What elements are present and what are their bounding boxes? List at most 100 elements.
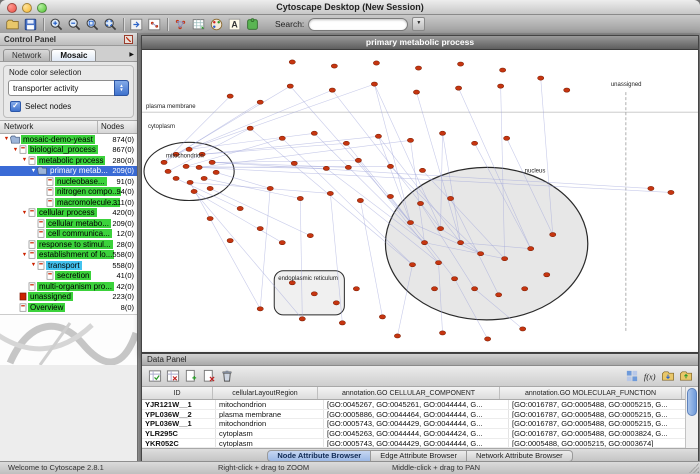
- tree-item[interactable]: ▼primary metab...209(0): [0, 166, 137, 177]
- network-node[interactable]: [451, 277, 457, 281]
- network-node[interactable]: [437, 226, 443, 230]
- network-node[interactable]: [331, 64, 337, 68]
- network-node[interactable]: [409, 263, 415, 267]
- network-node[interactable]: [311, 292, 317, 296]
- tree-item[interactable]: nucleobase...91(0): [0, 176, 137, 187]
- tree-item[interactable]: multi-organism pro...42(0): [0, 281, 137, 292]
- tree-item[interactable]: ▼biological_process867(0): [0, 145, 137, 156]
- network-node[interactable]: [485, 337, 491, 341]
- tab-edge-attribute-browser[interactable]: Edge Attribute Browser: [371, 450, 467, 462]
- network-node[interactable]: [413, 90, 419, 94]
- network-node[interactable]: [498, 84, 504, 88]
- tree-item[interactable]: ▼transport558(0): [0, 260, 137, 271]
- tree-item[interactable]: secretion41(0): [0, 271, 137, 282]
- network-node[interactable]: [419, 168, 425, 172]
- zoom-in-icon[interactable]: [48, 16, 65, 33]
- resize-grip[interactable]: [689, 463, 699, 473]
- select-nodes-checkbox[interactable]: ✓: [10, 101, 21, 112]
- network-node[interactable]: [439, 131, 445, 135]
- column-header[interactable]: cellularLayoutRegion: [213, 387, 318, 399]
- tab-mosaic[interactable]: Mosaic: [51, 49, 96, 61]
- expand-arrow-icon[interactable]: ▼: [12, 147, 19, 153]
- network-node[interactable]: [417, 201, 423, 205]
- import-table-icon2[interactable]: [660, 369, 675, 384]
- network-node[interactable]: [257, 226, 263, 230]
- tree-item[interactable]: ▼establishment of lo...558(0): [0, 250, 137, 261]
- network-node[interactable]: [227, 239, 233, 243]
- network-node[interactable]: [421, 241, 427, 245]
- network-node[interactable]: [544, 273, 550, 277]
- table-row[interactable]: YPL036W__2plasma membrane[GO:0005886, GO…: [142, 410, 698, 420]
- network-node[interactable]: [161, 160, 167, 164]
- network-node[interactable]: [471, 141, 477, 145]
- network-node[interactable]: [550, 233, 556, 237]
- network-node[interactable]: [668, 190, 674, 194]
- network-node[interactable]: [227, 94, 233, 98]
- network-node[interactable]: [327, 191, 333, 195]
- network-canvas[interactable]: plasma membranecytoplasmmitochondrionnuc…: [142, 50, 698, 352]
- hide-selected-icon[interactable]: [128, 16, 145, 33]
- expand-arrow-icon[interactable]: ▼: [3, 136, 10, 142]
- import-network-icon[interactable]: [172, 16, 189, 33]
- search-input[interactable]: [308, 18, 408, 31]
- tree-item[interactable]: nitrogen compo...94(0): [0, 187, 137, 198]
- network-node[interactable]: [357, 198, 363, 202]
- network-node[interactable]: [343, 141, 349, 145]
- network-node[interactable]: [648, 186, 654, 190]
- network-node[interactable]: [435, 261, 441, 265]
- table-row[interactable]: YJR121W__1mitochondrion[GO:0045267, GO:0…: [142, 400, 698, 410]
- network-node[interactable]: [500, 68, 506, 72]
- network-node[interactable]: [191, 189, 197, 193]
- network-node[interactable]: [504, 136, 510, 140]
- tree-item[interactable]: ▼mosaic-demo-yeast874(0): [0, 134, 137, 145]
- trash-icon[interactable]: [219, 369, 234, 384]
- tree-item[interactable]: cellular metabo...209(0): [0, 218, 137, 229]
- table-row[interactable]: YKR052Ccytoplasm[GO:0005743, GO:0044429,…: [142, 439, 698, 448]
- network-node[interactable]: [213, 170, 219, 174]
- column-header[interactable]: ID: [142, 387, 213, 399]
- network-node[interactable]: [502, 257, 508, 261]
- network-node[interactable]: [353, 287, 359, 291]
- save-session-icon[interactable]: [22, 16, 39, 33]
- network-node[interactable]: [355, 158, 361, 162]
- delete-attribute-icon[interactable]: [201, 369, 216, 384]
- annotation-icon[interactable]: A: [226, 16, 243, 33]
- vizmapper-icon[interactable]: [208, 16, 225, 33]
- network-node[interactable]: [247, 126, 253, 130]
- network-node[interactable]: [520, 327, 526, 331]
- expand-arrow-icon[interactable]: ▼: [30, 168, 37, 174]
- unselect-attributes-icon[interactable]: [165, 369, 180, 384]
- network-node[interactable]: [457, 241, 463, 245]
- network-node[interactable]: [279, 136, 285, 140]
- minimize-button[interactable]: [22, 3, 32, 13]
- network-node[interactable]: [564, 88, 570, 92]
- expand-arrow-icon[interactable]: ▼: [21, 210, 28, 216]
- network-node[interactable]: [447, 196, 453, 200]
- expand-arrow-icon[interactable]: ▼: [21, 252, 28, 258]
- network-node[interactable]: [345, 165, 351, 169]
- network-node[interactable]: [496, 293, 502, 297]
- tab-scroll-right-icon[interactable]: ▶: [129, 51, 134, 58]
- network-node[interactable]: [538, 76, 544, 80]
- import-table-icon[interactable]: [190, 16, 207, 33]
- network-node[interactable]: [478, 252, 484, 256]
- network-view-titlebar[interactable]: primary metabolic process: [142, 36, 698, 50]
- search-options-arrow-icon[interactable]: ▼: [412, 17, 425, 31]
- network-node[interactable]: [165, 169, 171, 173]
- network-node[interactable]: [207, 186, 213, 190]
- tree-item[interactable]: macromolecule...311(0): [0, 197, 137, 208]
- tab-network-attribute-browser[interactable]: Network Attribute Browser: [467, 450, 573, 462]
- new-view-icon[interactable]: [146, 16, 163, 33]
- export-table-icon[interactable]: [678, 369, 693, 384]
- tab-network[interactable]: Network: [3, 49, 50, 61]
- window-titlebar[interactable]: Cytoscape Desktop (New Session): [0, 0, 700, 15]
- network-node[interactable]: [339, 321, 345, 325]
- data-panel-titlebar[interactable]: Data Panel: [142, 354, 698, 366]
- tab-node-attribute-browser[interactable]: Node Attribute Browser: [267, 450, 371, 462]
- zoom-selected-icon[interactable]: [84, 16, 101, 33]
- network-node[interactable]: [528, 247, 534, 251]
- open-session-icon[interactable]: [4, 16, 21, 33]
- network-node[interactable]: [237, 206, 243, 210]
- expand-arrow-icon[interactable]: ▼: [30, 262, 37, 268]
- attribute-matrix-icon[interactable]: [624, 369, 639, 384]
